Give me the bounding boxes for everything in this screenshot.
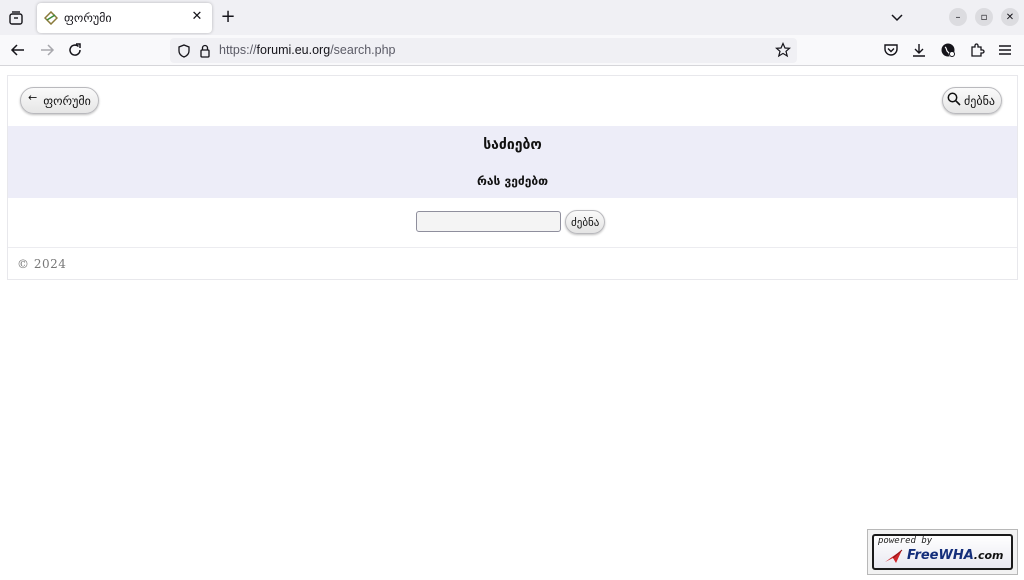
paper-plane-icon (884, 548, 904, 564)
search-icon (947, 92, 961, 106)
powered-by-badge[interactable]: powered by FreeWHA.com (867, 529, 1018, 575)
badge-brand: FreeWHA.com (907, 548, 1004, 563)
extension-globe-icon[interactable] (939, 41, 957, 59)
pocket-icon[interactable] (882, 41, 900, 59)
download-icon[interactable] (910, 41, 928, 59)
page-container: ← ფორუმი ძებნა საძიებო რას ვეძებთ ძებნა … (7, 75, 1018, 280)
tab-title: ფორუმი (64, 11, 112, 25)
tab-list-icon[interactable] (4, 6, 28, 30)
forward-arrow-icon[interactable] (38, 41, 56, 59)
back-arrow-icon[interactable] (9, 41, 27, 59)
url-scheme: https:// (219, 43, 257, 57)
browser-nav-bar: https://forumi.eu.org/search.php (0, 35, 1024, 66)
close-window-icon[interactable]: ✕ (1001, 8, 1019, 26)
footer-copyright: © 2024 (17, 257, 67, 271)
badge-brand-domain: .com (973, 549, 1004, 562)
search-input[interactable] (416, 211, 561, 232)
url-text[interactable]: https://forumi.eu.org/search.php (219, 43, 396, 57)
url-path: /search.php (330, 43, 396, 57)
tab-close-icon[interactable]: ✕ (190, 10, 204, 24)
new-tab-icon[interactable]: + (219, 8, 237, 26)
forum-favicon-icon (43, 10, 59, 26)
bookmark-star-icon[interactable] (774, 42, 792, 62)
badge-powered-by: powered by (878, 536, 933, 546)
page-title: საძიებო (483, 137, 542, 153)
minimize-icon[interactable]: – (949, 8, 967, 26)
badge-frame: powered by FreeWHA.com (872, 534, 1013, 570)
url-bar[interactable]: https://forumi.eu.org/search.php (170, 38, 797, 63)
search-field-label: რას ვეძებთ (476, 174, 549, 188)
browser-tab-bar: ფორუმი ✕ + – ▫ ✕ (0, 0, 1024, 35)
browser-tab[interactable]: ფორუმი ✕ (37, 3, 212, 33)
search-form: ძებნა (8, 198, 1017, 248)
shield-icon[interactable] (177, 43, 191, 62)
back-to-forum-label: ფორუმი (43, 93, 91, 108)
badge-brand-name: FreeWHA (907, 548, 974, 563)
extensions-puzzle-icon[interactable] (968, 41, 986, 59)
search-submit-button[interactable]: ძებნა (565, 210, 606, 234)
page-header: ← ფორუმი ძებნა (8, 76, 1017, 126)
left-arrow-icon: ← (28, 91, 38, 104)
url-host: forumi.eu.org (256, 43, 331, 57)
restore-icon[interactable]: ▫ (975, 8, 993, 26)
lock-icon[interactable] (198, 43, 212, 62)
menu-hamburger-icon[interactable] (996, 41, 1014, 59)
reload-icon[interactable] (66, 41, 84, 59)
search-nav-button[interactable]: ძებნა (942, 87, 1002, 114)
title-band: საძიებო რას ვეძებთ (8, 126, 1017, 198)
search-nav-label: ძებნა (964, 93, 995, 108)
chevron-down-icon[interactable] (889, 9, 905, 25)
back-to-forum-button[interactable]: ← ფორუმი (20, 87, 99, 114)
